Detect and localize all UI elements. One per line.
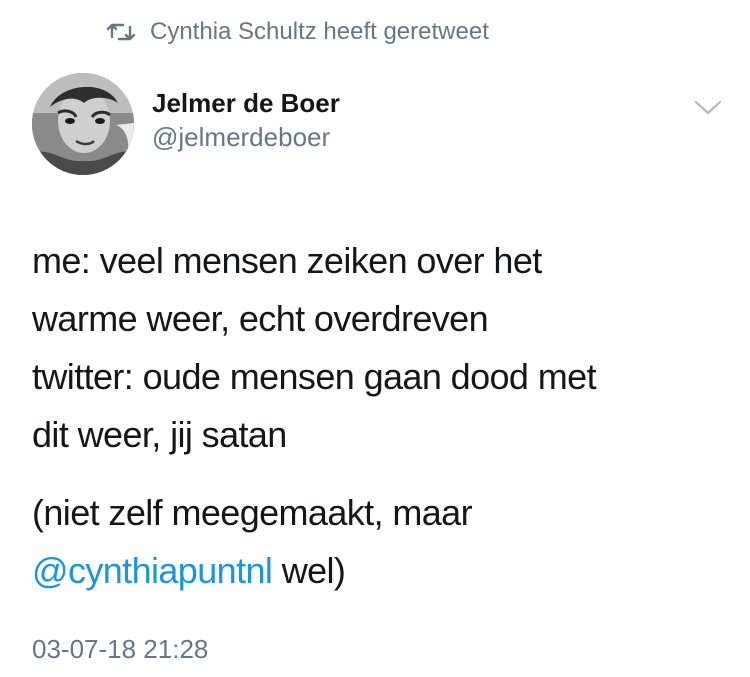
display-name[interactable]: Jelmer de Boer xyxy=(152,86,340,120)
user-handle[interactable]: @jelmerdeboer xyxy=(152,120,340,154)
tweet-line: me: veel mensen zeiken over het xyxy=(32,240,542,281)
retweet-icon xyxy=(106,23,136,41)
tweet-line: dit weer, jij satan xyxy=(32,414,287,455)
tweet-line-tail: wel) xyxy=(272,550,346,591)
mention-link[interactable]: @cynthiapuntnl xyxy=(32,550,273,591)
retweet-context[interactable]: Cynthia Schultz heeft geretweet xyxy=(106,16,489,48)
retweet-text: Cynthia Schultz heeft geretweet xyxy=(150,18,489,45)
tweet-line: warme weer, echt overdreven xyxy=(32,298,489,339)
tweet-paragraph-2: (niet zelf meegemaakt, maar @cynthiapunt… xyxy=(32,484,732,600)
tweet-timestamp: 03-07-18 21:28 xyxy=(32,634,209,664)
avatar-image xyxy=(32,73,134,175)
tweet-line: (niet zelf meegemaakt, maar xyxy=(32,492,473,533)
chevron-down-icon[interactable] xyxy=(692,96,724,118)
tweet-text: me: veel mensen zeiken over het warme we… xyxy=(32,232,732,600)
user-info[interactable]: Jelmer de Boer @jelmerdeboer xyxy=(152,86,340,154)
tweet-line: twitter: oude mensen gaan dood met xyxy=(32,356,597,397)
avatar[interactable] xyxy=(32,73,134,175)
tweet-paragraph-1: me: veel mensen zeiken over het warme we… xyxy=(32,232,732,464)
